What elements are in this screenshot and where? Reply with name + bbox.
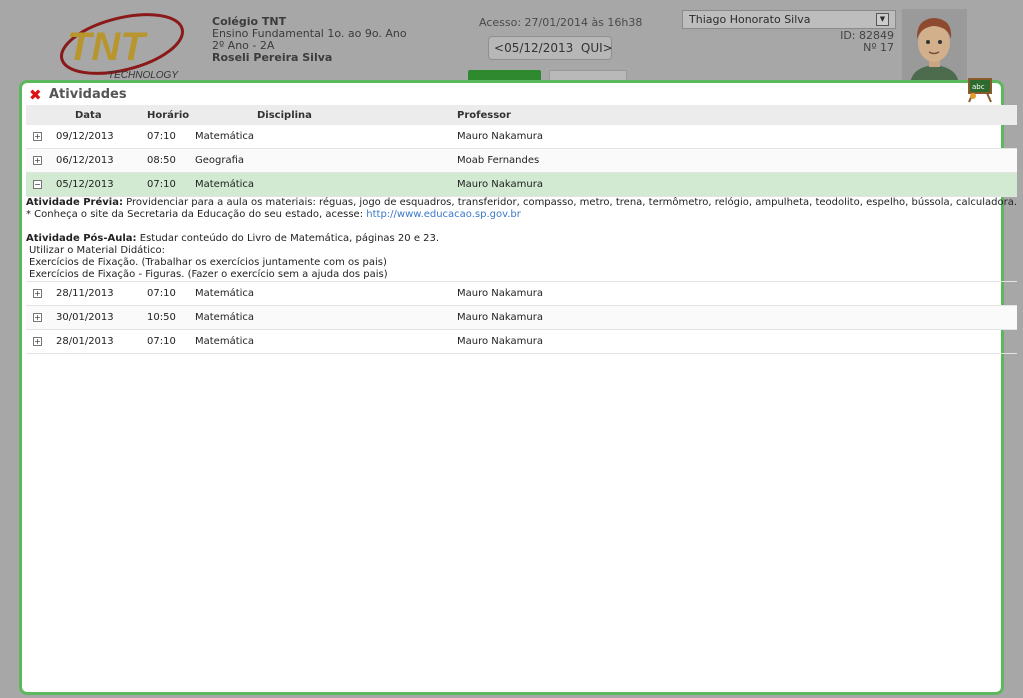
row-time: 07:10	[147, 329, 195, 354]
dropdown-arrow-icon: ▼	[876, 13, 889, 26]
col-teacher[interactable]: Professor	[457, 105, 1018, 125]
activities-table: Data Horário Disciplina Professor + 09/1…	[26, 105, 1018, 354]
prev-date-button[interactable]: <	[494, 41, 504, 55]
table-row[interactable]: + 28/11/2013 07:10 Matemática Mauro Naka…	[26, 281, 1018, 306]
svg-text:TNT: TNT	[67, 25, 148, 69]
expand-icon[interactable]: +	[33, 337, 42, 346]
activity-prev-label: Atividade Prévia:	[26, 197, 123, 208]
col-subject[interactable]: Disciplina	[195, 105, 457, 125]
activity-post-text: Estudar conteúdo do Livro de Matemática,…	[139, 233, 440, 244]
row-date: 05/12/2013	[56, 172, 147, 197]
expand-icon[interactable]: +	[33, 156, 42, 165]
table-row[interactable]: + 06/12/2013 08:50 Geografia Moab Fernan…	[26, 148, 1018, 173]
student-select[interactable]: Thiago Honorato Silva ▼	[682, 10, 896, 29]
site-text: * Conheça o site da Secretaria da Educaç…	[26, 209, 367, 220]
row-subject: Matemática	[195, 125, 457, 149]
expand-icon[interactable]: +	[33, 313, 42, 322]
col-time[interactable]: Horário	[147, 105, 195, 125]
table-row[interactable]: + 09/12/2013 07:10 Matemática Mauro Naka…	[26, 125, 1018, 149]
expand-icon[interactable]: +	[33, 289, 42, 298]
next-date-button[interactable]: >	[603, 41, 613, 55]
student-ids: ID: 82849 Nº 17	[840, 30, 894, 54]
row-subject: Geografia	[195, 148, 457, 173]
row-date: 28/01/2013	[56, 329, 147, 354]
row-detail: Atividade Prévia: Providenciar para a au…	[26, 196, 1018, 282]
activities-modal: ✖ Atividades abc Data Horário Disciplina…	[19, 77, 1018, 695]
activity-post-label: Atividade Pós-Aula:	[26, 233, 137, 244]
expand-icon[interactable]: +	[33, 132, 42, 141]
detail-line-3: Exercícios de Fixação - Figuras. (Fazer …	[29, 269, 388, 280]
table-header-row: Data Horário Disciplina Professor	[26, 105, 1018, 125]
row-teacher: Mauro Nakamura	[457, 172, 1018, 197]
col-date[interactable]: Data	[56, 105, 147, 125]
row-subject: Matemática	[195, 281, 457, 306]
detail-line-2: Exercícios de Fixação. (Trabalhar os exe…	[29, 257, 387, 268]
collapse-icon[interactable]: −	[33, 180, 42, 189]
site-hint: * Conheça o site da Secretaria da Educaç…	[26, 209, 1017, 221]
row-teacher: Mauro Nakamura	[457, 305, 1018, 330]
date-navigator: < 05/12/2013 QUI >	[488, 36, 613, 60]
row-subject: Matemática	[195, 172, 457, 197]
row-date: 30/01/2013	[56, 305, 147, 330]
page-header: TNT TECHNOLOGY Colégio TNT Ensino Fundam…	[0, 0, 1023, 84]
close-icon[interactable]: ✖	[29, 87, 43, 102]
activity-post: Atividade Pós-Aula: Estudar conteúdo do …	[26, 233, 1017, 245]
student-number: Nº 17	[863, 41, 894, 54]
row-date: 28/11/2013	[56, 281, 147, 306]
activity-prev-text: Providenciar para a aula os materiais: r…	[126, 197, 1018, 208]
row-time: 07:10	[147, 281, 195, 306]
row-teacher: Moab Fernandes	[457, 148, 1018, 173]
row-subject: Matemática	[195, 329, 457, 354]
row-teacher: Mauro Nakamura	[457, 329, 1018, 354]
row-time: 07:10	[147, 125, 195, 149]
row-date: 09/12/2013	[56, 125, 147, 149]
tnt-logo: TNT TECHNOLOGY	[55, 10, 190, 81]
row-teacher: Mauro Nakamura	[457, 125, 1018, 149]
detail-line-1: Utilizar o Material Didático:	[29, 245, 165, 256]
svg-text:abc: abc	[972, 83, 985, 91]
row-time: 10:50	[147, 305, 195, 330]
student-select-value: Thiago Honorato Silva	[689, 13, 811, 26]
avatar	[902, 9, 967, 84]
row-date: 06/12/2013	[56, 148, 147, 173]
abc-board-icon: abc	[965, 77, 995, 103]
modal-title: Atividades	[49, 87, 127, 102]
table-row[interactable]: + 28/01/2013 07:10 Matemática Mauro Naka…	[26, 329, 1018, 354]
site-link[interactable]: http://www.educacao.sp.gov.br	[366, 209, 521, 220]
row-teacher: Mauro Nakamura	[457, 281, 1018, 306]
row-time: 07:10	[147, 172, 195, 197]
table-row-selected[interactable]: − 05/12/2013 07:10 Matemática Mauro Naka…	[26, 172, 1018, 197]
row-subject: Matemática	[195, 305, 457, 330]
access-info: Acesso: 27/01/2014 às 16h38	[479, 16, 643, 29]
table-row[interactable]: + 30/01/2013 10:50 Matemática Mauro Naka…	[26, 305, 1018, 330]
school-info: Colégio TNT Ensino Fundamental 1o. ao 9o…	[212, 16, 407, 64]
modal-header: ✖ Atividades	[29, 87, 127, 102]
teacher-name: Roseli Pereira Silva	[212, 51, 333, 64]
row-time: 08:50	[147, 148, 195, 173]
svg-text:TECHNOLOGY: TECHNOLOGY	[108, 70, 179, 80]
activity-prev: Atividade Prévia: Providenciar para a au…	[26, 197, 1017, 209]
current-date: 05/12/2013 QUI	[504, 41, 603, 55]
